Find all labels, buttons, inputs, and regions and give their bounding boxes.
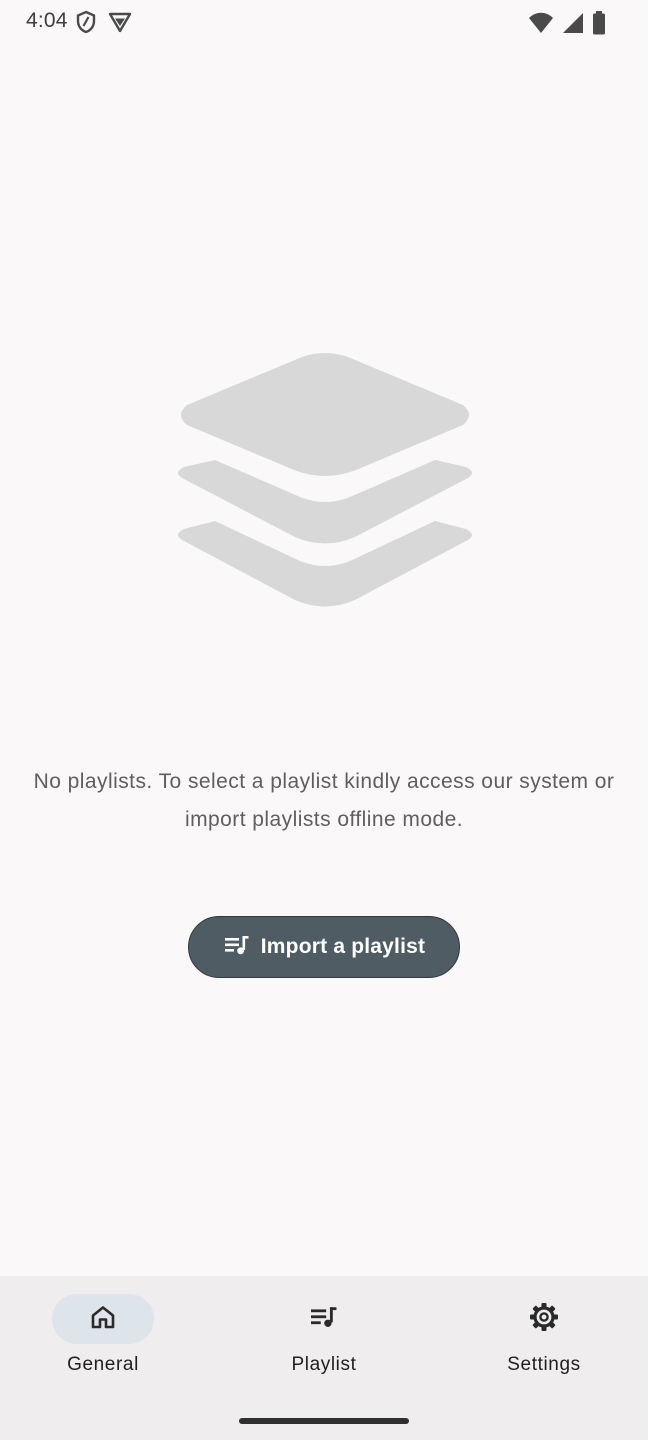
signal-icon <box>562 12 584 39</box>
gear-icon <box>528 1301 560 1338</box>
wifi-icon <box>528 12 554 39</box>
nav-label-general: General <box>67 1354 139 1375</box>
home-indicator[interactable] <box>239 1418 409 1424</box>
vpn-icon <box>108 10 132 39</box>
nav-active-indicator <box>52 1294 154 1344</box>
empty-message: No playlists. To select a playlist kindl… <box>33 770 615 831</box>
nav-item-playlist[interactable]: Playlist <box>244 1294 404 1384</box>
shield-icon <box>76 10 96 39</box>
bottom-navigation: General Playlist Settings <box>0 1276 648 1440</box>
nav-item-settings[interactable]: Settings <box>464 1294 624 1384</box>
playlist-music-icon <box>308 1304 340 1335</box>
nav-item-general[interactable]: General <box>23 1294 183 1384</box>
layers-icon <box>170 345 480 615</box>
status-bar: 4:04 <box>0 0 648 44</box>
import-playlist-button[interactable]: Import a playlist <box>188 916 460 978</box>
playlist-music-icon <box>223 933 251 962</box>
nav-label-playlist: Playlist <box>291 1354 357 1375</box>
status-time: 4:04 <box>26 9 68 32</box>
battery-icon <box>592 11 606 40</box>
status-right-icons <box>528 11 606 40</box>
home-icon <box>89 1303 117 1336</box>
nav-label-settings: Settings <box>507 1354 581 1375</box>
import-button-label: Import a playlist <box>260 935 426 958</box>
status-left-icons <box>76 10 132 39</box>
